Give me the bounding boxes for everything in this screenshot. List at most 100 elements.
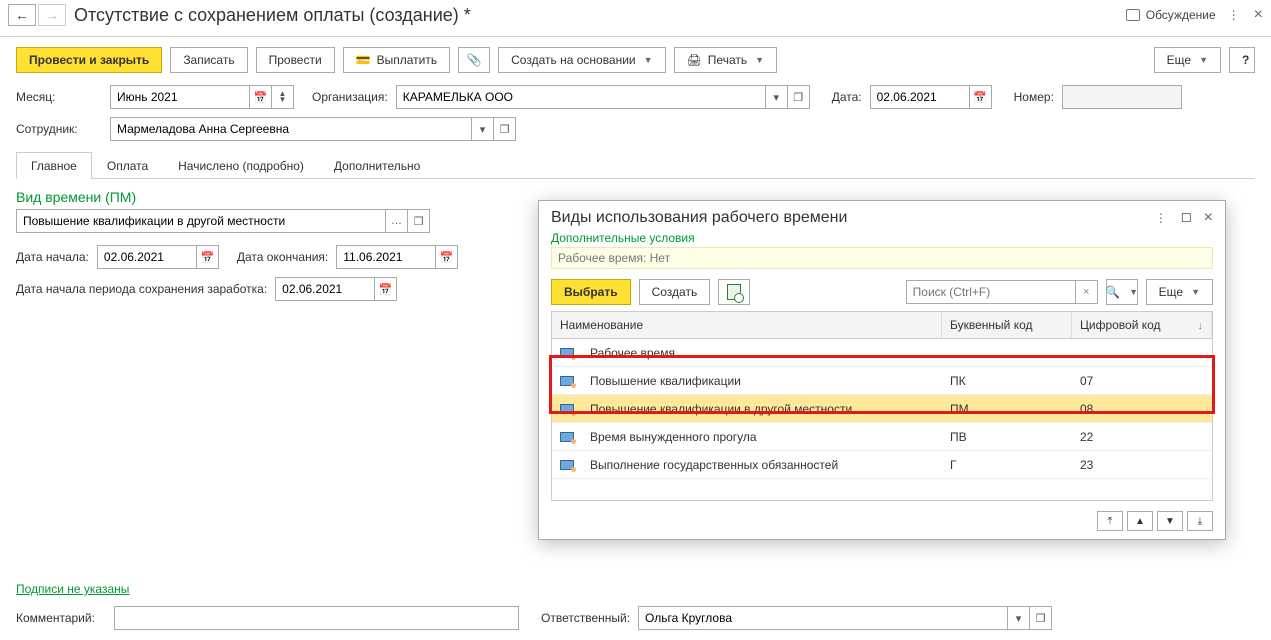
save-button[interactable]: Записать xyxy=(170,47,247,73)
prev-record-button[interactable]: ▲ xyxy=(1127,511,1153,531)
table-row[interactable]: Время вынужденного прогулаПВ22 xyxy=(552,423,1212,451)
col-code-header[interactable]: Буквенный код xyxy=(942,312,1072,338)
popup-search-input[interactable] xyxy=(906,280,1076,304)
row-icon xyxy=(552,404,582,414)
post-and-close-button[interactable]: Провести и закрыть xyxy=(16,47,162,73)
period-date-calendar-button[interactable] xyxy=(375,277,397,301)
discuss-icon xyxy=(1126,9,1140,21)
responsible-label: Ответственный: xyxy=(541,611,630,625)
nav-forward-button[interactable]: → xyxy=(38,4,66,26)
start-date-field[interactable] xyxy=(97,245,197,269)
popup-kebab[interactable]: ⋮ xyxy=(1155,211,1169,225)
start-date-label: Дата начала: xyxy=(16,250,89,264)
org-field[interactable] xyxy=(396,85,766,109)
col-name-header[interactable]: Наименование xyxy=(552,312,942,338)
date-calendar-button[interactable] xyxy=(970,85,992,109)
employee-field[interactable] xyxy=(110,117,472,141)
popup-doc-button[interactable] xyxy=(718,279,750,305)
kebab-menu[interactable]: ⋮ xyxy=(1228,8,1242,22)
org-label: Организация: xyxy=(312,90,388,104)
table-row[interactable]: Повышение квалификацииПК07 xyxy=(552,367,1212,395)
calendar-icon xyxy=(440,251,454,264)
last-record-button[interactable]: ⤓ xyxy=(1187,511,1213,531)
period-date-field[interactable] xyxy=(275,277,375,301)
row-icon xyxy=(552,348,582,358)
row-num: 08 xyxy=(1072,402,1212,416)
popup-close-button[interactable]: × xyxy=(1204,209,1213,227)
table-row[interactable]: Повышение квалификации в другой местност… xyxy=(552,395,1212,423)
row-name: Повышение квалификации xyxy=(582,374,942,388)
comment-label: Комментарий: xyxy=(16,611,106,625)
end-date-field[interactable] xyxy=(336,245,436,269)
responsible-field[interactable] xyxy=(638,606,1008,630)
time-type-open-button[interactable] xyxy=(408,209,430,233)
open-icon xyxy=(1036,612,1046,625)
open-icon xyxy=(500,123,510,136)
employee-dropdown-button[interactable]: ▾ xyxy=(472,117,494,141)
month-field[interactable] xyxy=(110,85,250,109)
table-row[interactable]: Рабочее время xyxy=(552,339,1212,367)
end-date-calendar-button[interactable] xyxy=(436,245,458,269)
number-label: Номер: xyxy=(1014,90,1054,104)
popup-maximize-button[interactable] xyxy=(1181,211,1192,225)
row-icon xyxy=(552,460,582,470)
time-type-choose-button[interactable] xyxy=(386,209,408,233)
responsible-open-button[interactable] xyxy=(1030,606,1052,630)
month-calendar-button[interactable] xyxy=(250,85,272,109)
open-icon xyxy=(414,215,424,228)
col-num-header[interactable]: Цифровой код xyxy=(1072,312,1212,338)
org-open-button[interactable] xyxy=(788,85,810,109)
popup-extra-conditions[interactable]: Дополнительные условия xyxy=(551,231,1213,245)
row-code: ПВ xyxy=(942,430,1072,444)
time-type-field[interactable] xyxy=(16,209,386,233)
create-based-button[interactable]: Создать на основании▼ xyxy=(498,47,665,73)
popup-search-clear[interactable] xyxy=(1076,280,1098,304)
signatures-link[interactable]: Подписи не указаны xyxy=(16,582,129,596)
calendar-icon xyxy=(201,251,215,264)
row-name: Выполнение государственных обязанностей xyxy=(582,458,942,472)
month-stepper[interactable]: ▲▼ xyxy=(272,85,294,109)
pay-icon xyxy=(356,53,371,67)
row-code: ПМ xyxy=(942,402,1072,416)
post-button[interactable]: Провести xyxy=(256,47,335,73)
print-icon xyxy=(687,53,702,67)
date-field[interactable] xyxy=(870,85,970,109)
popup-worktime-info: Рабочее время: Нет xyxy=(551,247,1213,269)
nav-back-button[interactable]: ← xyxy=(8,4,36,26)
employee-open-button[interactable] xyxy=(494,117,516,141)
start-date-calendar-button[interactable] xyxy=(197,245,219,269)
popup-search-button[interactable]: ▼ xyxy=(1106,279,1138,305)
print-button[interactable]: Печать▼ xyxy=(674,47,777,73)
calendar-icon xyxy=(973,91,987,104)
row-num: 22 xyxy=(1072,430,1212,444)
table-row[interactable]: Выполнение государственных обязанностейГ… xyxy=(552,451,1212,479)
tab-additional[interactable]: Дополнительно xyxy=(319,152,435,179)
help-button[interactable]: ? xyxy=(1229,47,1255,73)
tab-pay[interactable]: Оплата xyxy=(92,152,163,179)
period-date-label: Дата начала периода сохранения заработка… xyxy=(16,282,267,296)
popup-create-button[interactable]: Создать xyxy=(639,279,711,305)
discuss-button[interactable]: Обсуждение xyxy=(1126,8,1216,22)
popup-title: Виды использования рабочего времени xyxy=(551,209,1155,227)
tab-main[interactable]: Главное xyxy=(16,152,92,179)
employee-label: Сотрудник: xyxy=(16,122,102,136)
date-label: Дата: xyxy=(832,90,862,104)
row-name: Время вынужденного прогула xyxy=(582,430,942,444)
popup-select-button[interactable]: Выбрать xyxy=(551,279,631,305)
comment-field[interactable] xyxy=(114,606,519,630)
first-record-button[interactable]: ⤒ xyxy=(1097,511,1123,531)
close-button[interactable]: × xyxy=(1254,6,1263,24)
row-name: Рабочее время xyxy=(582,346,942,360)
pay-button[interactable]: Выплатить xyxy=(343,47,450,73)
popup-more-button[interactable]: Еще▼ xyxy=(1146,279,1213,305)
org-dropdown-button[interactable]: ▾ xyxy=(766,85,788,109)
more-button[interactable]: Еще▼ xyxy=(1154,47,1221,73)
attach-button[interactable] xyxy=(458,47,490,73)
next-record-button[interactable]: ▼ xyxy=(1157,511,1183,531)
open-icon xyxy=(793,91,803,104)
doc-icon xyxy=(727,284,741,300)
responsible-dropdown-button[interactable]: ▾ xyxy=(1008,606,1030,630)
number-field[interactable] xyxy=(1062,85,1182,109)
tab-accrued[interactable]: Начислено (подробно) xyxy=(163,152,319,179)
calendar-icon xyxy=(254,91,268,104)
